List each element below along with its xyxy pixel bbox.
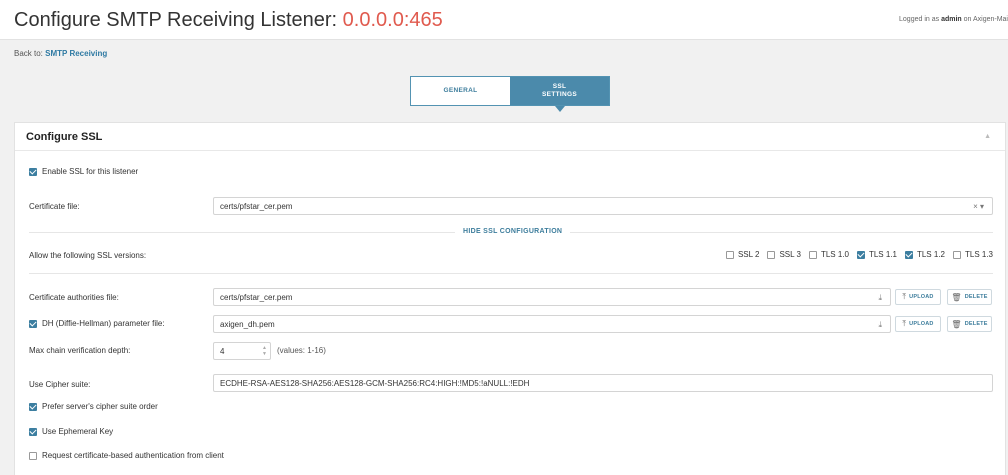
certificate-file-value: certs/pfstar_cer.pem (220, 201, 293, 211)
tab-ssl-settings-label: SSL SETTINGS (542, 83, 577, 99)
certificate-file-controls: × ▾ (973, 202, 984, 211)
ssl-versions-label: Allow the following SSL versions: (29, 251, 147, 260)
tls11-label: TLS 1.1 (868, 250, 897, 259)
tab-ssl-line1: SSL (552, 83, 567, 90)
max-chain-hint: (values: 1-16) (277, 346, 326, 355)
trash-icon: 🗑 (951, 319, 962, 329)
ca-file-input[interactable]: certs/pfstar_cer.pem ⤓ (213, 288, 891, 306)
login-suffix: on Axigen-Mai (961, 16, 1008, 23)
panel-header: Configure SSL ▲ (15, 123, 1005, 151)
dh-param-row[interactable]: DH (Diffie-Hellman) parameter file: (29, 319, 165, 328)
certificate-file-label: Certificate file: (29, 202, 80, 211)
page-title-text: Configure SMTP Receiving Listener: (14, 9, 343, 31)
listener-address: 0.0.0.0:465 (342, 9, 443, 31)
max-chain-value: 4 (220, 346, 225, 356)
ssl-version-ssl3[interactable]: SSL 3 (767, 250, 801, 259)
hide-ssl-configuration-link[interactable]: HIDE SSL CONFIGURATION (455, 228, 571, 235)
tls10-label: TLS 1.0 (820, 250, 849, 259)
ssl-versions-group: SSL 2 SSL 3 TLS 1.0 TLS 1.1 TLS 1.2 TLS … (718, 250, 993, 259)
panel-title: Configure SSL (26, 131, 103, 143)
download-icon[interactable]: ⤓ (878, 293, 882, 303)
active-tab-pointer (555, 106, 565, 112)
dh-upload-button[interactable]: ⤒ UPLOAD (895, 316, 941, 332)
breadcrumb-prefix: Back to: (14, 49, 43, 58)
client-cert-auth-checkbox[interactable] (29, 451, 37, 460)
upload-icon: ⤒ (902, 292, 907, 301)
stepper-arrows-icon[interactable]: ▲ ▼ (262, 345, 267, 357)
ephemeral-key-row[interactable]: Use Ephemeral Key (29, 427, 113, 436)
tab-ssl-settings[interactable]: SSL SETTINGS (510, 77, 609, 112)
prefer-server-order-checkbox[interactable] (29, 402, 37, 411)
ssl3-label: SSL 3 (779, 250, 801, 259)
page-header: Configure SMTP Receiving Listener: 0.0.0… (0, 0, 1008, 40)
ssl-version-ssl2[interactable]: SSL 2 (725, 250, 760, 259)
tls12-checkbox[interactable] (904, 250, 913, 259)
chevron-down-icon[interactable]: ▾ (980, 202, 984, 211)
ca-upload-button[interactable]: ⤒ UPLOAD (895, 289, 941, 305)
client-cert-auth-label: Request certificate-based authentication… (42, 451, 224, 460)
ca-file-value: certs/pfstar_cer.pem (220, 292, 293, 302)
breadcrumb: Back to: SMTP Receiving (14, 49, 107, 58)
dh-delete-label: DELETE (964, 321, 988, 327)
max-chain-label: Max chain verification depth: (29, 346, 131, 355)
ca-delete-button[interactable]: 🗑 DELETE (947, 289, 992, 305)
dh-param-input[interactable]: axigen_dh.pem ⤓ (213, 315, 891, 333)
ca-delete-label: DELETE (964, 294, 988, 300)
collapse-icon[interactable]: ▲ (984, 133, 991, 140)
tls13-label: TLS 1.3 (964, 250, 993, 259)
login-user: admin (941, 16, 962, 23)
ephemeral-key-label: Use Ephemeral Key (42, 427, 114, 436)
cipher-suite-label: Use Cipher suite: (29, 380, 91, 389)
ssl2-checkbox[interactable] (725, 250, 734, 259)
cipher-suite-value: ECDHE-RSA-AES128-SHA256:AES128-GCM-SHA25… (220, 378, 530, 388)
page-title: Configure SMTP Receiving Listener: 0.0.0… (14, 9, 443, 32)
trash-icon: 🗑 (951, 292, 962, 302)
dh-param-checkbox[interactable] (29, 319, 37, 328)
ssl-version-tls13[interactable]: TLS 1.3 (952, 250, 993, 259)
max-chain-stepper[interactable]: 4 ▲ ▼ (213, 342, 271, 360)
dh-delete-button[interactable]: 🗑 DELETE (947, 316, 992, 332)
ssl-version-tls10[interactable]: TLS 1.0 (808, 250, 849, 259)
tls12-label: TLS 1.2 (916, 250, 945, 259)
enable-ssl-checkbox[interactable] (29, 167, 37, 176)
versions-divider (29, 273, 993, 274)
login-prefix: Logged in as (899, 16, 942, 23)
clear-icon[interactable]: × (973, 202, 978, 211)
cipher-suite-input[interactable]: ECDHE-RSA-AES128-SHA256:AES128-GCM-SHA25… (213, 374, 993, 392)
tls13-checkbox[interactable] (952, 250, 961, 259)
settings-tabs: GENERAL SSL SETTINGS (410, 76, 610, 112)
tls11-checkbox[interactable] (856, 250, 865, 259)
ssl-version-tls12[interactable]: TLS 1.2 (904, 250, 945, 259)
download-icon[interactable]: ⤓ (878, 320, 882, 330)
tls10-checkbox[interactable] (808, 250, 817, 259)
ssl3-checkbox[interactable] (767, 250, 776, 259)
prefer-server-order-label: Prefer server's cipher suite order (42, 402, 158, 411)
dh-param-value: axigen_dh.pem (220, 319, 275, 329)
ca-file-label: Certificate authorities file: (29, 293, 119, 302)
prefer-server-order-row[interactable]: Prefer server's cipher suite order (29, 402, 158, 411)
login-info: Logged in as admin on Axigen-Mai (899, 16, 1008, 23)
configure-ssl-panel: Configure SSL ▲ Enable SSL for this list… (14, 122, 1006, 475)
enable-ssl-label: Enable SSL for this listener (42, 167, 139, 176)
back-link-smtp-receiving[interactable]: SMTP Receiving (45, 49, 107, 58)
ssl2-label: SSL 2 (737, 250, 760, 259)
dh-param-label: DH (Diffie-Hellman) parameter file: (42, 319, 165, 328)
ca-upload-label: UPLOAD (909, 294, 934, 300)
enable-ssl-row[interactable]: Enable SSL for this listener (29, 167, 138, 176)
certificate-file-select[interactable]: certs/pfstar_cer.pem × ▾ (213, 197, 993, 215)
ssl-version-tls11[interactable]: TLS 1.1 (856, 250, 897, 259)
client-cert-auth-row[interactable]: Request certificate-based authentication… (29, 451, 224, 460)
tab-ssl-line2: SETTINGS (542, 91, 577, 98)
upload-icon: ⤒ (902, 319, 907, 328)
ephemeral-key-checkbox[interactable] (29, 427, 37, 436)
dh-upload-label: UPLOAD (909, 321, 934, 327)
tab-general[interactable]: GENERAL (411, 77, 510, 105)
